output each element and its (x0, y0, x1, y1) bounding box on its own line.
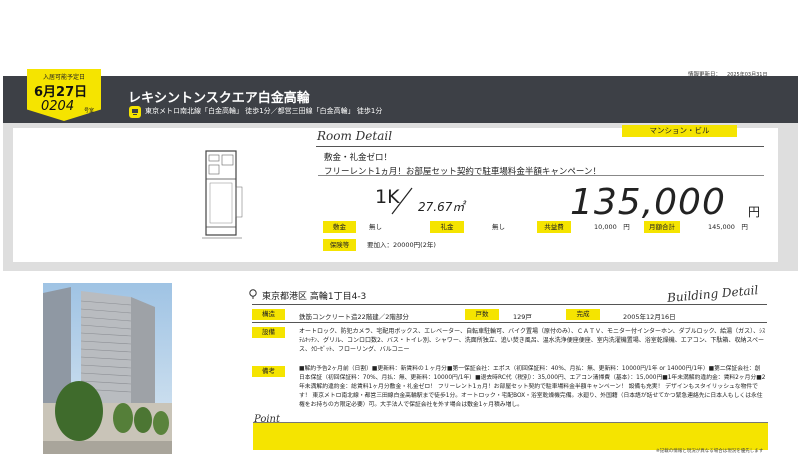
location-icon (249, 289, 257, 299)
divider (252, 322, 767, 323)
divider (318, 175, 764, 176)
property-title: レキシントンスクエア白金高輪 (128, 91, 310, 106)
structure-value: 鉄筋コンクリート造22階建／2階部分 (299, 313, 409, 321)
point-label: Point (254, 414, 281, 425)
fee-value-common: 10,000 円 (594, 223, 630, 231)
notes-text: ■解約予告2ヶ月前（日割）■更新料：新賃料の１ヶ月分■第一保証会社：エポス（初回… (299, 366, 766, 408)
insurance-value: 要加入：20000円(2年) (367, 241, 436, 249)
divider (252, 304, 767, 305)
equipment-text: オートロック、防犯カメラ、宅配用ボックス、エレベーター、自転車駐輪可、バイク置場… (299, 328, 766, 353)
units-value: 129戸 (513, 313, 532, 321)
rent-unit: 円 (748, 205, 761, 219)
train-icon (129, 106, 141, 118)
address: 東京都港区 高輪1丁目4-3 (262, 292, 367, 302)
slash-divider (391, 187, 413, 215)
fee-label-deposit: 敷金 (323, 221, 356, 233)
header-bar (3, 76, 798, 123)
room-number: 0204 (41, 99, 75, 114)
rent: 135,000 (570, 182, 726, 223)
property-type-tag: マンション・ビル (622, 125, 737, 137)
built-label: 完成 (566, 309, 600, 320)
floorplan-image (202, 150, 243, 239)
room-number-suffix: 号室 (84, 108, 95, 114)
room-detail-label: Room Detail (317, 129, 393, 143)
access-info: 東京メトロ南北線「白金高輪」 徒歩1分／都営三田線「白金高輪」 徒歩1分 (145, 107, 383, 115)
area: 27.67㎡ (418, 200, 465, 214)
fee-label-common: 共益費 (537, 221, 571, 233)
insurance-label: 保険等 (323, 239, 356, 251)
building-detail-label: Building Detail (666, 283, 759, 305)
built-value: 2005年12月16日 (623, 313, 676, 321)
fee-value-keymoney: 無し (492, 223, 505, 231)
footnote: ※記載の情報と現況が異なる場合は現況を優先します (656, 449, 764, 454)
fee-label-keymoney: 礼金 (430, 221, 464, 233)
divider (253, 422, 768, 423)
point-box (253, 422, 768, 450)
divider (316, 146, 764, 147)
structure-label: 構造 (252, 309, 285, 320)
move-in-caption: 入居可能予定日 (42, 74, 85, 81)
units-label: 戸数 (465, 309, 499, 320)
fee-value-deposit: 無し (369, 223, 382, 231)
move-in-date: 6月27日 (34, 85, 88, 100)
fee-label-total: 月額合計 (644, 221, 680, 233)
building-photo (43, 283, 172, 454)
fee-value-total: 145,000 円 (708, 223, 748, 231)
equipment-label: 設備 (252, 327, 285, 338)
catchcopy-1: 敷金・礼金ゼロ！ (324, 153, 393, 163)
notes-label: 備考 (252, 366, 285, 377)
